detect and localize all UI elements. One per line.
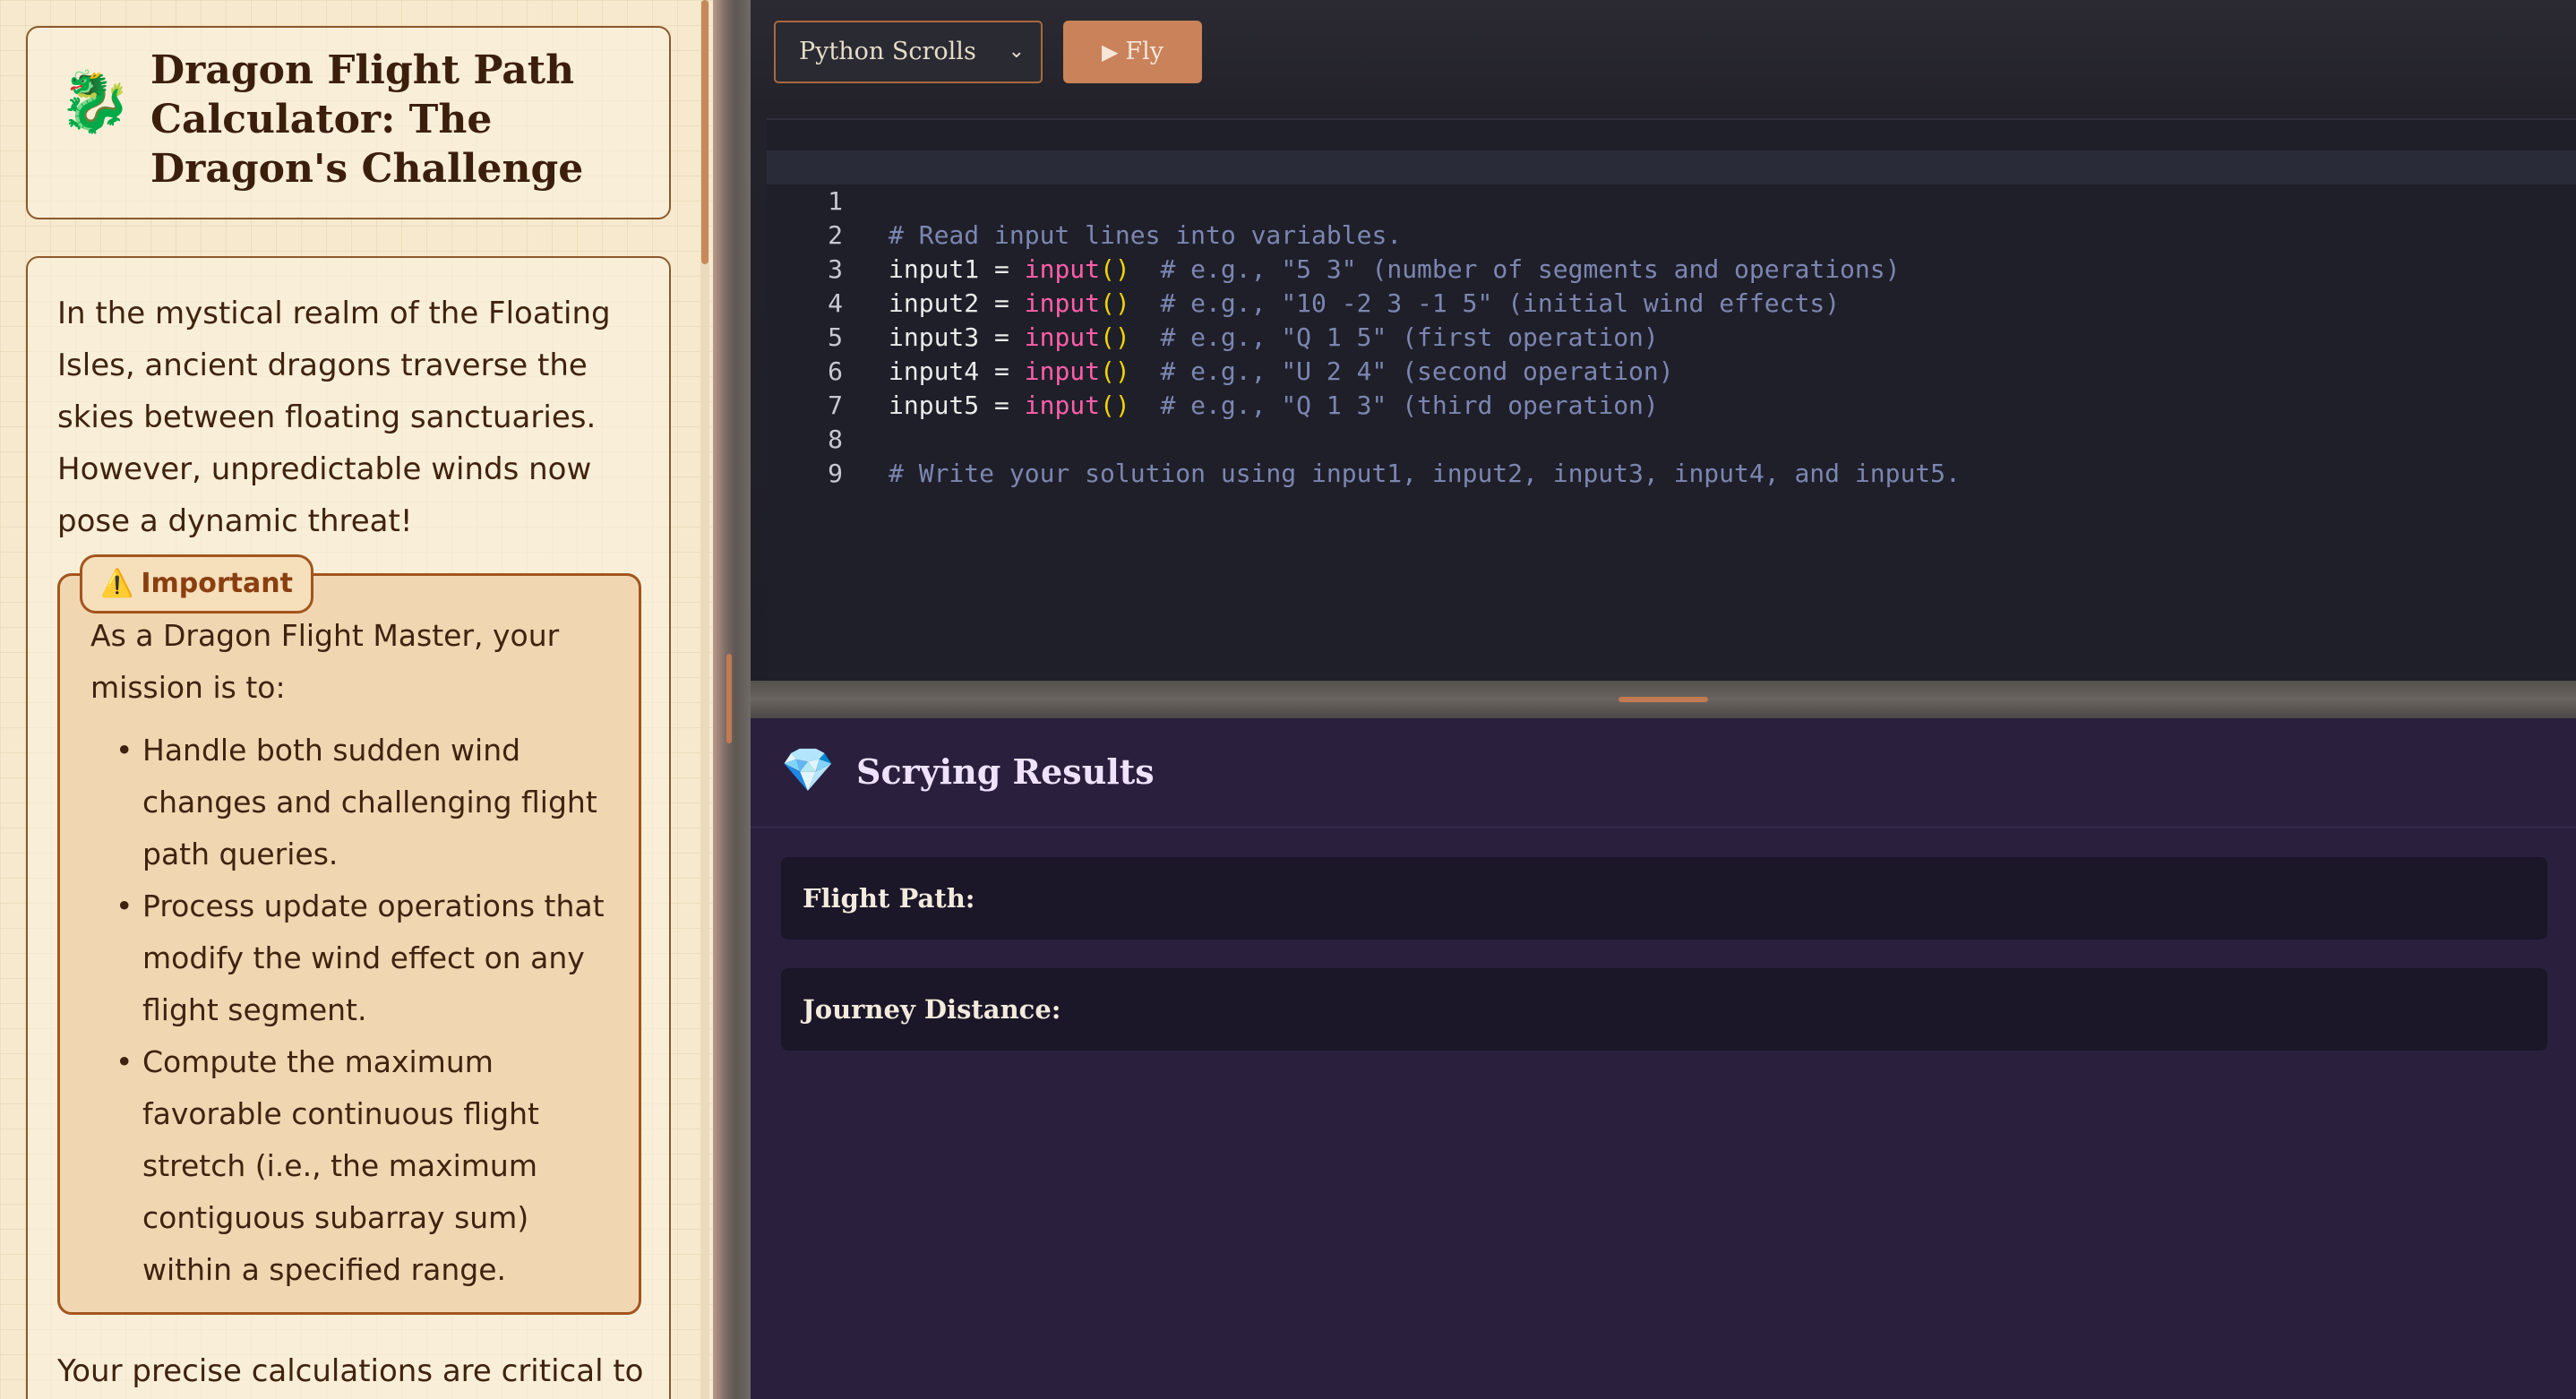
list-item: Handle both sudden wind changes and chal…: [116, 725, 626, 880]
language-select-value: Python Scrolls: [799, 38, 976, 65]
important-badge: ⚠️ Important: [80, 554, 313, 614]
code-line[interactable]: 4 input3 = input() # e.g., "Q 1 5" (firs…: [767, 253, 2576, 352]
code-line[interactable]: 3 input2 = input() # e.g., "10 -2 3 -1 5…: [767, 219, 2576, 318]
line-number: 9: [828, 459, 843, 488]
results-panel: 💎 Scrying Results Flight Path: Journey D…: [751, 718, 2576, 1399]
results-title: Scrying Results: [856, 751, 1155, 792]
resizer-handle[interactable]: [726, 654, 732, 743]
flight-path-label: Flight Path:: [803, 883, 975, 914]
description-scrollbar[interactable]: [700, 0, 709, 1399]
list-item: Process update operations that modify th…: [116, 880, 626, 1036]
journey-distance-result: Journey Distance:: [781, 968, 2547, 1051]
title-card: 🐉 Dragon Flight Path Calculator: The Dra…: [26, 26, 671, 219]
resizer-handle[interactable]: [1619, 697, 1708, 702]
page-title: Dragon Flight Path Calculator: The Drago…: [150, 47, 584, 192]
list-item: Compute the maximum favorable continuous…: [116, 1036, 626, 1296]
panel-resizer[interactable]: [713, 0, 751, 1399]
journey-distance-label: Journey Distance:: [803, 994, 1061, 1025]
important-callout: ⚠️ Important As a Dragon Flight Master, y…: [57, 554, 641, 1315]
code-line[interactable]: 8 # Write your solution using input1, in…: [767, 389, 2576, 488]
code-line[interactable]: 5 input4 = input() # e.g., "U 2 4" (seco…: [767, 287, 2576, 386]
mission-list: Handle both sudden wind changes and chal…: [116, 725, 626, 1296]
gem-icon: 💎: [781, 745, 835, 795]
code-editor[interactable]: 1 # Read input lines into variables. 2 i…: [767, 118, 2576, 681]
dragon-icon: 🐉: [58, 67, 133, 136]
fly-button-label: Fly: [1125, 38, 1164, 65]
outro-text: Your precise calculations are critical t…: [57, 1353, 644, 1389]
code-comment: # Write your solution using input1, inpu…: [889, 459, 1961, 488]
chevron-down-icon: ⌄: [1008, 40, 1025, 63]
fly-button[interactable]: ▶ Fly: [1063, 21, 1202, 83]
scrollbar-thumb[interactable]: [701, 0, 708, 264]
code-line[interactable]: 2 input1 = input() # e.g., "5 3" (number…: [767, 185, 2576, 284]
warning-icon: ⚠️: [100, 568, 134, 599]
play-icon: ▶: [1101, 39, 1119, 64]
intro-text: In the mystical realm of the Floating Is…: [57, 296, 611, 539]
code-line[interactable]: 6 input5 = input() # e.g., "Q 1 3" (thir…: [767, 321, 2576, 420]
mission-text: As a Dragon Flight Master, your mission …: [90, 618, 560, 705]
editor-toolbar: Python Scrolls ⌄ ▶ Fly: [751, 0, 2576, 116]
problem-panel: 🐉 Dragon Flight Path Calculator: The Dra…: [0, 0, 713, 1399]
code-line[interactable]: 9: [767, 423, 2576, 488]
editor-area: Python Scrolls ⌄ ▶ Fly 1 # Read input lin…: [751, 0, 2576, 681]
description-card: In the mystical realm of the Floating Is…: [26, 256, 671, 1399]
language-select[interactable]: Python Scrolls ⌄: [774, 21, 1043, 83]
editor-results-resizer[interactable]: [751, 681, 2576, 718]
code-line[interactable]: 7: [767, 355, 2576, 420]
important-label: Important: [141, 568, 293, 599]
results-header: 💎 Scrying Results: [751, 718, 2576, 828]
code-line[interactable]: 1 # Read input lines into variables.: [767, 150, 2576, 250]
flight-path-result: Flight Path:: [781, 857, 2547, 940]
